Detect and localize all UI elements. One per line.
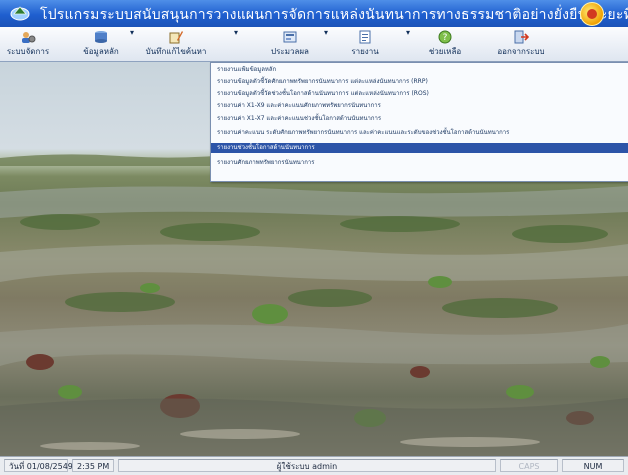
toolbar-logout-button[interactable]: ออกจากระบบ — [490, 28, 552, 60]
status-user: ผู้ใช้ระบบ admin — [118, 459, 496, 472]
menu-item-resource-potential-report[interactable]: รายงานศักยภาพทรัพยากรนันทนาการ — [211, 158, 628, 168]
menu-item-score-level-report[interactable]: รายงานค่าคะแนน ระดับศักยภาพทรัพยากรนันทน… — [211, 128, 628, 138]
help-icon: ? — [438, 30, 452, 44]
status-caps: CAPS — [500, 459, 558, 472]
menu-item-x1-x7-report[interactable]: รายงานค่า X1-X7 และค่าคะแนนช่วงชั้นโอกาส… — [211, 114, 628, 124]
app-logo-icon — [10, 6, 30, 21]
status-date: วันที่ 01/08/2549 — [4, 459, 73, 472]
process-icon — [283, 31, 297, 43]
report-icon — [359, 30, 371, 44]
toolbar-edit-search-button[interactable]: บันทึกแก้ไขค้นหา — [140, 28, 212, 60]
toolbar-report-label: รายงาน — [351, 47, 379, 56]
exit-icon — [514, 30, 529, 44]
toolbar-help-label: ช่วยเหลือ — [428, 47, 462, 56]
edit-search-icon — [169, 31, 183, 44]
svg-text:?: ? — [443, 33, 448, 43]
toolbar-report-button[interactable]: รายงาน — [340, 28, 390, 60]
menu-item-rrp-indicator-report[interactable]: รายงานข้อมูลตัวชี้วัดศักยภาพทรัพยากรนันท… — [211, 77, 628, 87]
agency-seal-icon — [580, 2, 604, 26]
window-title: โปรแกรมระบบสนับสนุนการวางแผนการจัดการแหล… — [40, 7, 628, 23]
status-num: NUM — [562, 459, 624, 472]
toolbar-help-button[interactable]: ? ช่วยเหลือ — [420, 28, 470, 60]
status-bar: วันที่ 01/08/2549 2:35 PM ผู้ใช้ระบบ adm… — [0, 456, 628, 475]
report-dropdown-menu: รายงานแฟ้มข้อมูลหลัก รายงานข้อมูลตัวชี้ว… — [210, 62, 628, 182]
database-icon — [95, 31, 107, 43]
status-time: 2:35 PM — [72, 459, 114, 472]
chevron-down-icon[interactable]: ▾ — [128, 28, 136, 60]
main-toolbar: ระบบจัดการ ข้อมูลหลัก ▾ บันทึกแก้ไขค้นหา… — [0, 27, 628, 62]
toolbar-master-data-button[interactable]: ข้อมูลหลัก — [72, 28, 130, 60]
chevron-down-icon[interactable]: ▾ — [404, 28, 412, 60]
toolbar-logout-label: ออกจากระบบ — [497, 47, 545, 56]
toolbar-process-button[interactable]: ประมวลผล — [262, 28, 318, 60]
menu-item-x1-x9-report[interactable]: รายงานค่า X1-X9 และค่าคะแนนศักยภาพทรัพยา… — [211, 101, 628, 111]
menu-item-ros-class-report[interactable]: รายงานช่วงชั้นโอกาสด้านนันทนาการ — [211, 143, 628, 153]
chevron-down-icon[interactable]: ▾ — [232, 28, 240, 60]
toolbar-edit-search-label: บันทึกแก้ไขค้นหา — [145, 47, 207, 56]
user-settings-icon — [22, 32, 36, 43]
toolbar-system-button[interactable]: ระบบจัดการ — [4, 28, 52, 60]
toolbar-process-label: ประมวลผล — [271, 47, 309, 56]
menu-item-master-file-report[interactable]: รายงานแฟ้มข้อมูลหลัก — [211, 65, 628, 75]
title-bar: โปรแกรมระบบสนับสนุนการวางแผนการจัดการแหล… — [0, 0, 628, 27]
chevron-down-icon[interactable]: ▾ — [322, 28, 330, 60]
toolbar-system-label: ระบบจัดการ — [6, 47, 50, 56]
toolbar-master-data-label: ข้อมูลหลัก — [83, 47, 119, 56]
menu-item-ros-indicator-report[interactable]: รายงานข้อมูลตัวชี้วัดช่วงชั้นโอกาสด้านนั… — [211, 89, 628, 99]
